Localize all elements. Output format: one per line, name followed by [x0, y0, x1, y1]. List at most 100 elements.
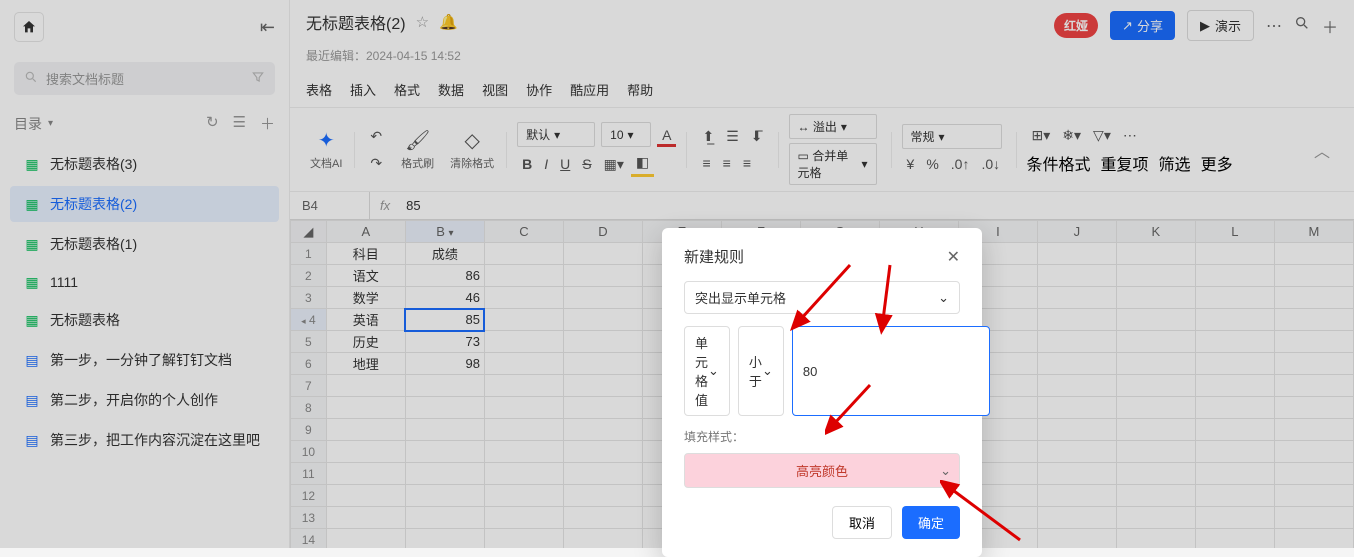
home-icon[interactable]: [14, 12, 44, 42]
number-format-select[interactable]: 常规▾: [902, 124, 1002, 149]
cell[interactable]: [1274, 331, 1353, 353]
format-painter-button[interactable]: 🖌 格式刷: [393, 129, 442, 171]
cell[interactable]: [1116, 353, 1195, 375]
search-header-icon[interactable]: [1294, 15, 1310, 36]
filter-icon[interactable]: ▽▾: [1088, 124, 1116, 147]
cell[interactable]: [1274, 397, 1353, 419]
undo-icon[interactable]: ↶: [365, 125, 387, 148]
cell[interactable]: [405, 397, 484, 419]
refresh-icon[interactable]: ↻: [206, 113, 219, 134]
menu-collab[interactable]: 协作: [526, 80, 552, 99]
cell[interactable]: [1195, 441, 1274, 463]
docai-button[interactable]: ✦ 文档AI: [302, 129, 350, 171]
filter-icon[interactable]: [251, 70, 265, 87]
cell[interactable]: [1116, 243, 1195, 265]
cell[interactable]: [484, 353, 563, 375]
cell[interactable]: [563, 485, 642, 507]
cell[interactable]: [326, 397, 405, 419]
cell[interactable]: [1116, 265, 1195, 287]
cell[interactable]: [405, 507, 484, 529]
document-title[interactable]: 无标题表格(2): [306, 10, 406, 34]
cell[interactable]: [1274, 353, 1353, 375]
redo-icon[interactable]: ↷: [365, 152, 387, 175]
cell[interactable]: [563, 375, 642, 397]
cell[interactable]: 数学: [326, 287, 405, 309]
cell[interactable]: [1274, 419, 1353, 441]
cell[interactable]: [1195, 397, 1274, 419]
row-header[interactable]: ◂ 4: [291, 309, 327, 331]
cell[interactable]: [326, 463, 405, 485]
cell[interactable]: [1274, 507, 1353, 529]
filter-button[interactable]: 筛选: [1159, 151, 1191, 175]
col-header[interactable]: J: [1037, 221, 1116, 243]
cell[interactable]: 85: [405, 309, 484, 331]
cell[interactable]: [1195, 265, 1274, 287]
cell[interactable]: [1195, 375, 1274, 397]
add-header-icon[interactable]: ＋: [1322, 14, 1338, 38]
share-button[interactable]: ↗ 分享: [1110, 11, 1175, 40]
cell[interactable]: [484, 441, 563, 463]
col-header[interactable]: L: [1195, 221, 1274, 243]
cell[interactable]: [1116, 529, 1195, 549]
cell[interactable]: [1274, 265, 1353, 287]
percent-icon[interactable]: %: [921, 153, 943, 175]
cell[interactable]: 73: [405, 331, 484, 353]
cell[interactable]: [1274, 485, 1353, 507]
font-name-select[interactable]: 默认▾: [517, 122, 595, 147]
row-header[interactable]: 7: [291, 375, 327, 397]
overflow-select[interactable]: ↔ 溢出▾: [789, 114, 877, 139]
cell[interactable]: [1274, 441, 1353, 463]
currency-icon[interactable]: ¥: [902, 153, 920, 175]
cell[interactable]: [563, 243, 642, 265]
cell[interactable]: [484, 309, 563, 331]
cell[interactable]: [1116, 463, 1195, 485]
cell[interactable]: [484, 485, 563, 507]
tree-item[interactable]: ▦ 无标题表格(1): [10, 226, 279, 262]
directory-header[interactable]: 目录 ▾ ↻ ☰ ＋: [0, 103, 289, 144]
cell[interactable]: [1195, 507, 1274, 529]
close-icon[interactable]: ✕: [947, 247, 960, 267]
cell[interactable]: [326, 441, 405, 463]
freeze-icon[interactable]: ❄▾: [1057, 124, 1086, 147]
dec-inc-icon[interactable]: .0↑: [946, 153, 975, 175]
cell[interactable]: [1195, 419, 1274, 441]
row-header[interactable]: 5: [291, 331, 327, 353]
cell[interactable]: [484, 507, 563, 529]
add-icon[interactable]: ＋: [260, 113, 275, 134]
tree-item[interactable]: ▦ 无标题表格(3): [10, 146, 279, 182]
collapse-toolbar-icon[interactable]: ︿: [1302, 138, 1342, 162]
condition-value-input[interactable]: [792, 326, 990, 416]
cell[interactable]: [405, 463, 484, 485]
cell[interactable]: [1195, 485, 1274, 507]
col-header[interactable]: D: [563, 221, 642, 243]
cell[interactable]: [1037, 243, 1116, 265]
present-button[interactable]: ▶ 演示: [1187, 10, 1254, 41]
cell[interactable]: [563, 265, 642, 287]
cell[interactable]: [1037, 353, 1116, 375]
cell[interactable]: [484, 265, 563, 287]
cell[interactable]: [405, 419, 484, 441]
collapse-sidebar-icon[interactable]: ⇤: [260, 17, 275, 38]
ok-button[interactable]: 确定: [902, 506, 960, 539]
cell[interactable]: [1195, 529, 1274, 549]
align-right-icon[interactable]: ≡: [738, 152, 756, 174]
cell[interactable]: [1116, 287, 1195, 309]
font-size-select[interactable]: 10▾: [601, 122, 651, 147]
cell[interactable]: [1116, 375, 1195, 397]
highlight-color-select[interactable]: 高亮颜色 ⌄: [684, 453, 960, 488]
fx-icon[interactable]: fx: [370, 198, 400, 213]
tree-item[interactable]: ▤ 第三步，把工作内容沉淀在这里吧: [10, 422, 279, 458]
formula-value[interactable]: 85: [400, 198, 426, 213]
cell[interactable]: [563, 287, 642, 309]
cell[interactable]: [1195, 463, 1274, 485]
tree-item[interactable]: ▦ 无标题表格(2): [10, 186, 279, 222]
valign-bot-icon[interactable]: ⬇̅: [746, 125, 768, 148]
cell[interactable]: [326, 529, 405, 549]
cell[interactable]: [563, 419, 642, 441]
cancel-button[interactable]: 取消: [832, 506, 892, 539]
cell[interactable]: [1037, 375, 1116, 397]
cell[interactable]: [1116, 397, 1195, 419]
underline-icon[interactable]: U: [555, 151, 575, 177]
cell[interactable]: [1116, 419, 1195, 441]
condition-field-select[interactable]: 单元格值 ⌄: [684, 326, 730, 416]
